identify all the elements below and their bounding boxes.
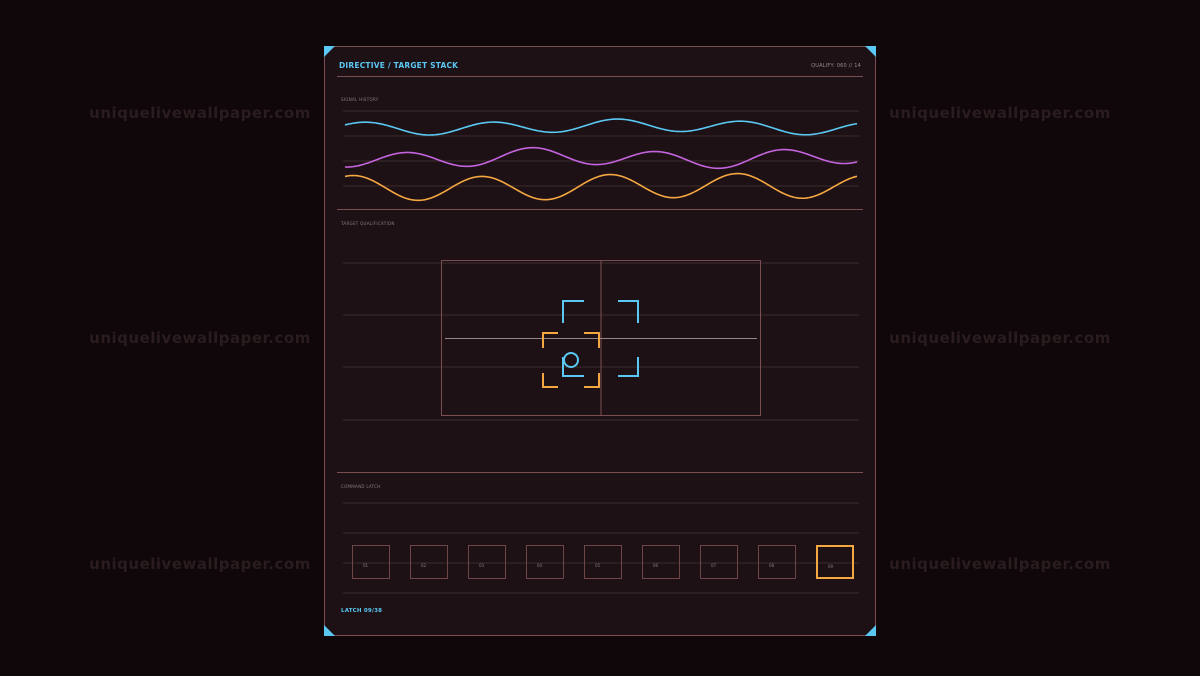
corner-accent-bottom-left bbox=[324, 625, 335, 636]
latch-slot-label: 05 bbox=[595, 563, 601, 568]
latch-slot[interactable]: 08 bbox=[758, 545, 796, 579]
latch-slot-label: 07 bbox=[711, 563, 717, 568]
latch-slot-label: 04 bbox=[537, 563, 543, 568]
latch-grid bbox=[343, 502, 859, 594]
watermark: uniquelivewallpaper.com bbox=[89, 555, 311, 573]
latch-slot[interactable]: 01 bbox=[352, 545, 390, 579]
latch-slot-label: 06 bbox=[653, 563, 659, 568]
latch-slot[interactable]: 07 bbox=[700, 545, 738, 579]
watermark: uniquelivewallpaper.com bbox=[889, 104, 1111, 122]
watermark: uniquelivewallpaper.com bbox=[89, 104, 311, 122]
latch-slot-label: 09 bbox=[828, 564, 834, 569]
latch-slot[interactable]: 09 bbox=[816, 545, 854, 579]
corner-accent-bottom-right bbox=[865, 625, 876, 636]
latch-slot-label: 02 bbox=[421, 563, 427, 568]
latch-slot[interactable]: 06 bbox=[642, 545, 680, 579]
directive-panel: DIRECTIVE / TARGET STACK QUALIFY: 060 //… bbox=[324, 46, 876, 636]
latch-slot[interactable]: 05 bbox=[584, 545, 622, 579]
watermark: uniquelivewallpaper.com bbox=[889, 555, 1111, 573]
latch-slot-label: 08 bbox=[769, 563, 775, 568]
watermark: uniquelivewallpaper.com bbox=[889, 329, 1111, 347]
latch-slot[interactable]: 03 bbox=[468, 545, 506, 579]
latch-slot-label: 03 bbox=[479, 563, 485, 568]
watermark: uniquelivewallpaper.com bbox=[89, 329, 311, 347]
latch-status: LATCH 09/38 bbox=[341, 608, 383, 614]
latch-slot-label: 01 bbox=[363, 563, 369, 568]
latch-slot[interactable]: 04 bbox=[526, 545, 564, 579]
latch-slot[interactable]: 02 bbox=[410, 545, 448, 579]
